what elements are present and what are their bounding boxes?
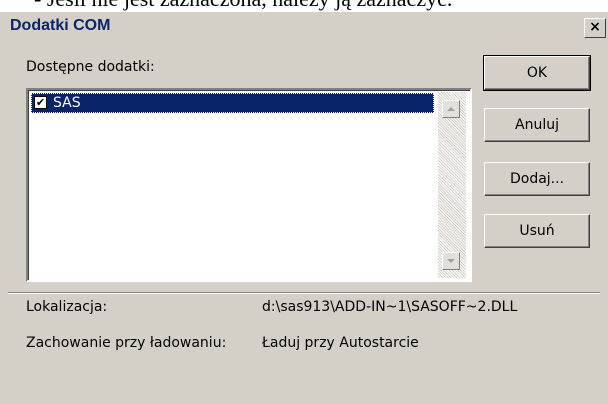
remove-button[interactable]: Usuń [484, 214, 590, 248]
ok-button[interactable]: OK [483, 55, 591, 91]
location-label: Lokalizacja: [26, 299, 108, 315]
arrow-down-icon [447, 259, 455, 263]
list-item-sas[interactable]: ✔ SAS [31, 93, 434, 113]
dialog-title: Dodatki COM [10, 17, 111, 34]
sas-checkbox[interactable]: ✔ [34, 96, 47, 109]
com-addins-dialog: Dodatki COM × Dostępne dodatki: ✔ SAS OK… [0, 12, 608, 404]
arrow-up-icon [447, 107, 455, 111]
vertical-scrollbar[interactable] [438, 92, 466, 278]
location-value: d:\sas913\ADD-IN~1\SASOFF~2.DLL [262, 299, 518, 315]
load-behavior-value: Ładuj przy Autostarcie [262, 335, 419, 351]
available-addins-label: Dostępne dodatki: [26, 59, 155, 75]
checkmark-icon: ✔ [35, 96, 46, 109]
dialog-titlebar: Dodatki COM × [0, 12, 608, 40]
close-button[interactable]: × [584, 18, 606, 38]
addins-listbox[interactable]: ✔ SAS [26, 88, 472, 282]
load-behavior-label: Zachowanie przy ładowaniu: [26, 335, 227, 351]
scroll-down-button[interactable] [442, 252, 460, 270]
list-item-label: SAS [53, 95, 81, 111]
scroll-up-button[interactable] [442, 100, 460, 118]
close-icon: × [589, 19, 601, 35]
cancel-button[interactable]: Anuluj [484, 108, 590, 142]
divider [8, 292, 600, 294]
add-button[interactable]: Dodaj... [484, 162, 590, 196]
